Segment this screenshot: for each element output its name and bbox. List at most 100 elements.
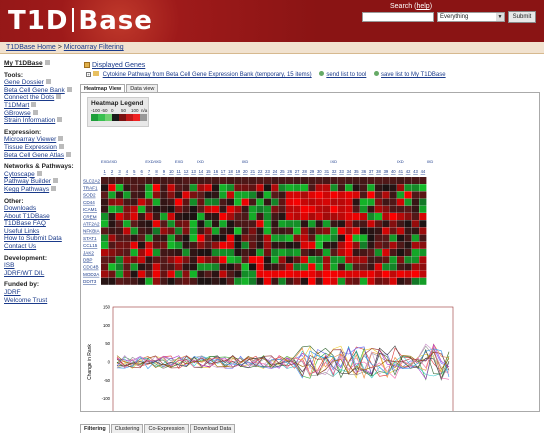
tab-download-data[interactable]: Download Data — [189, 424, 236, 433]
heatmap-cell — [226, 191, 234, 199]
heatmap-cell — [345, 205, 353, 213]
heatmap-cell — [397, 227, 405, 235]
sidebar-item-microarray-viewer[interactable]: Microarray Viewer — [4, 136, 76, 144]
tab-clustering[interactable]: Clustering — [110, 424, 144, 433]
heatmap-cell — [352, 177, 360, 184]
help-icon[interactable] — [65, 151, 71, 157]
help-icon[interactable] — [36, 170, 42, 176]
column-label: 34 — [347, 169, 352, 174]
sidebar-item-cytoscape[interactable]: Cytoscape — [4, 170, 76, 179]
help-icon[interactable] — [52, 178, 58, 184]
help-icon[interactable] — [56, 94, 62, 100]
search-input[interactable] — [362, 12, 434, 22]
help-icon[interactable] — [51, 185, 57, 191]
heatmap-cell — [374, 205, 382, 213]
tab-co-expression[interactable]: Co-Expression — [144, 424, 189, 433]
heatmap-cell — [241, 227, 249, 235]
heatmap-cell — [212, 213, 220, 220]
breadcrumb-current[interactable]: Microarray Filtering — [64, 44, 124, 51]
heatmap-cell — [345, 191, 353, 199]
sidebar-item-useful-links[interactable]: Useful Links — [4, 228, 76, 236]
heatmap-cell — [204, 277, 212, 285]
heatmap-cell — [115, 241, 123, 249]
sidebar-item-beta-cell-gene-atlas[interactable]: Beta Cell Gene Atlas — [4, 151, 76, 160]
help-icon[interactable] — [44, 60, 50, 65]
search-submit-button[interactable]: Submit — [508, 11, 536, 23]
expand-icon[interactable]: + — [86, 72, 91, 77]
heatmap-cell — [123, 191, 131, 199]
tab-filtering[interactable]: Filtering — [80, 424, 110, 433]
heatmap-cell — [108, 263, 116, 271]
heatmap-cell — [145, 227, 153, 235]
heatmap-cell — [300, 213, 308, 220]
help-icon[interactable] — [66, 86, 72, 92]
breadcrumb-home[interactable]: T1DBase Home — [6, 44, 56, 51]
heatmap-cell — [397, 213, 405, 220]
heatmap-cell — [389, 277, 397, 285]
heatmap-cell — [160, 227, 168, 235]
sidebar-item-how-to-submit-data[interactable]: How to Submit Data — [4, 235, 76, 243]
sidebar-item-t1dbase-faq[interactable]: T1DBase FAQ — [4, 220, 76, 228]
heatmap-cell — [256, 177, 264, 184]
heatmap-cell — [249, 263, 257, 271]
heatmap-cell — [219, 270, 227, 278]
sidebar-item-welcome-trust[interactable]: Welcome Trust — [4, 297, 76, 305]
heatmap-cell — [293, 205, 301, 213]
heatmap-cell — [352, 241, 360, 249]
sidebar-item-isb[interactable]: ISB — [4, 262, 76, 270]
sidebar-my-t1dbase[interactable]: My T1DBase — [4, 60, 76, 68]
heatmap-cell — [212, 256, 220, 264]
heatmap-cell — [419, 277, 427, 285]
help-icon[interactable] — [32, 109, 38, 115]
heatmap-cell — [115, 191, 123, 199]
heatmap-cell — [167, 227, 175, 235]
heatmap-cell — [197, 249, 205, 256]
heatmap-cell — [367, 213, 375, 220]
heatmap-cell — [286, 249, 294, 256]
heatmap-cell — [145, 205, 153, 213]
sidebar-item-beta-cell-gene-bank[interactable]: Beta Cell Gene Bank — [4, 86, 76, 95]
heatmap-cell — [382, 249, 390, 256]
pathway-link[interactable]: Cytokine Pathway from Beta Cell Gene Exp… — [103, 72, 312, 78]
help-icon[interactable] — [58, 136, 64, 142]
sidebar-item-jdrf[interactable]: JDRF — [4, 289, 76, 297]
help-link[interactable]: help — [416, 3, 429, 10]
sidebar-item-connect-the-dots[interactable]: Connect the Dots — [4, 94, 76, 102]
column-label: 9 — [163, 169, 166, 174]
search-scope-select[interactable]: Everything ▼ — [437, 12, 505, 22]
heatmap-cell — [241, 263, 249, 271]
heatmap-cell — [197, 277, 205, 285]
sidebar-item-strain-information[interactable]: Strain Information — [4, 117, 76, 125]
heatmap-cell — [249, 177, 257, 184]
help-icon[interactable] — [57, 117, 63, 123]
column-label: 44 — [421, 169, 426, 174]
heatmap-cell — [182, 270, 190, 278]
heatmap-cell — [300, 234, 308, 242]
sidebar-item-downloads[interactable]: Downloads — [4, 205, 76, 213]
heatmap-cell — [337, 191, 345, 199]
column-label: 37 — [369, 169, 374, 174]
save-list-link[interactable]: save list to My T1DBase — [381, 72, 446, 78]
sidebar-item-pathway-builder[interactable]: Pathway Builder — [4, 178, 76, 186]
heatmap-cell — [419, 184, 427, 192]
heatmap-cell — [226, 213, 234, 220]
help-icon[interactable] — [31, 101, 37, 107]
heatmap-cell — [337, 249, 345, 256]
sidebar-item-contact-us[interactable]: Contact Us — [4, 243, 76, 251]
heatmap-cell — [300, 191, 308, 199]
sidebar-item-tissue-expression[interactable]: Tissue Expression — [4, 143, 76, 152]
heatmap-cell — [204, 270, 212, 278]
heatmap-cell — [374, 256, 382, 264]
send-list-link[interactable]: send list to tool — [326, 72, 366, 78]
heatmap-cell — [367, 184, 375, 192]
help-icon[interactable] — [45, 79, 51, 85]
heatmap-cell — [397, 184, 405, 192]
sidebar-item-kegg-pathways[interactable]: Kegg Pathways — [4, 185, 76, 194]
site-logo[interactable]: T1D Base — [8, 6, 153, 36]
sidebar-item-gbrowse[interactable]: GBrowse — [4, 109, 76, 118]
sidebar-item-jdrf-wt-dil[interactable]: JDRF/WT DIL — [4, 270, 76, 278]
sidebar-item-t1dmart[interactable]: T1DMart — [4, 101, 76, 110]
sidebar-item-about-t1dbase[interactable]: About T1DBase — [4, 213, 76, 221]
help-icon[interactable] — [58, 143, 64, 149]
sidebar-item-gene-dossier[interactable]: Gene Dossier — [4, 79, 76, 87]
